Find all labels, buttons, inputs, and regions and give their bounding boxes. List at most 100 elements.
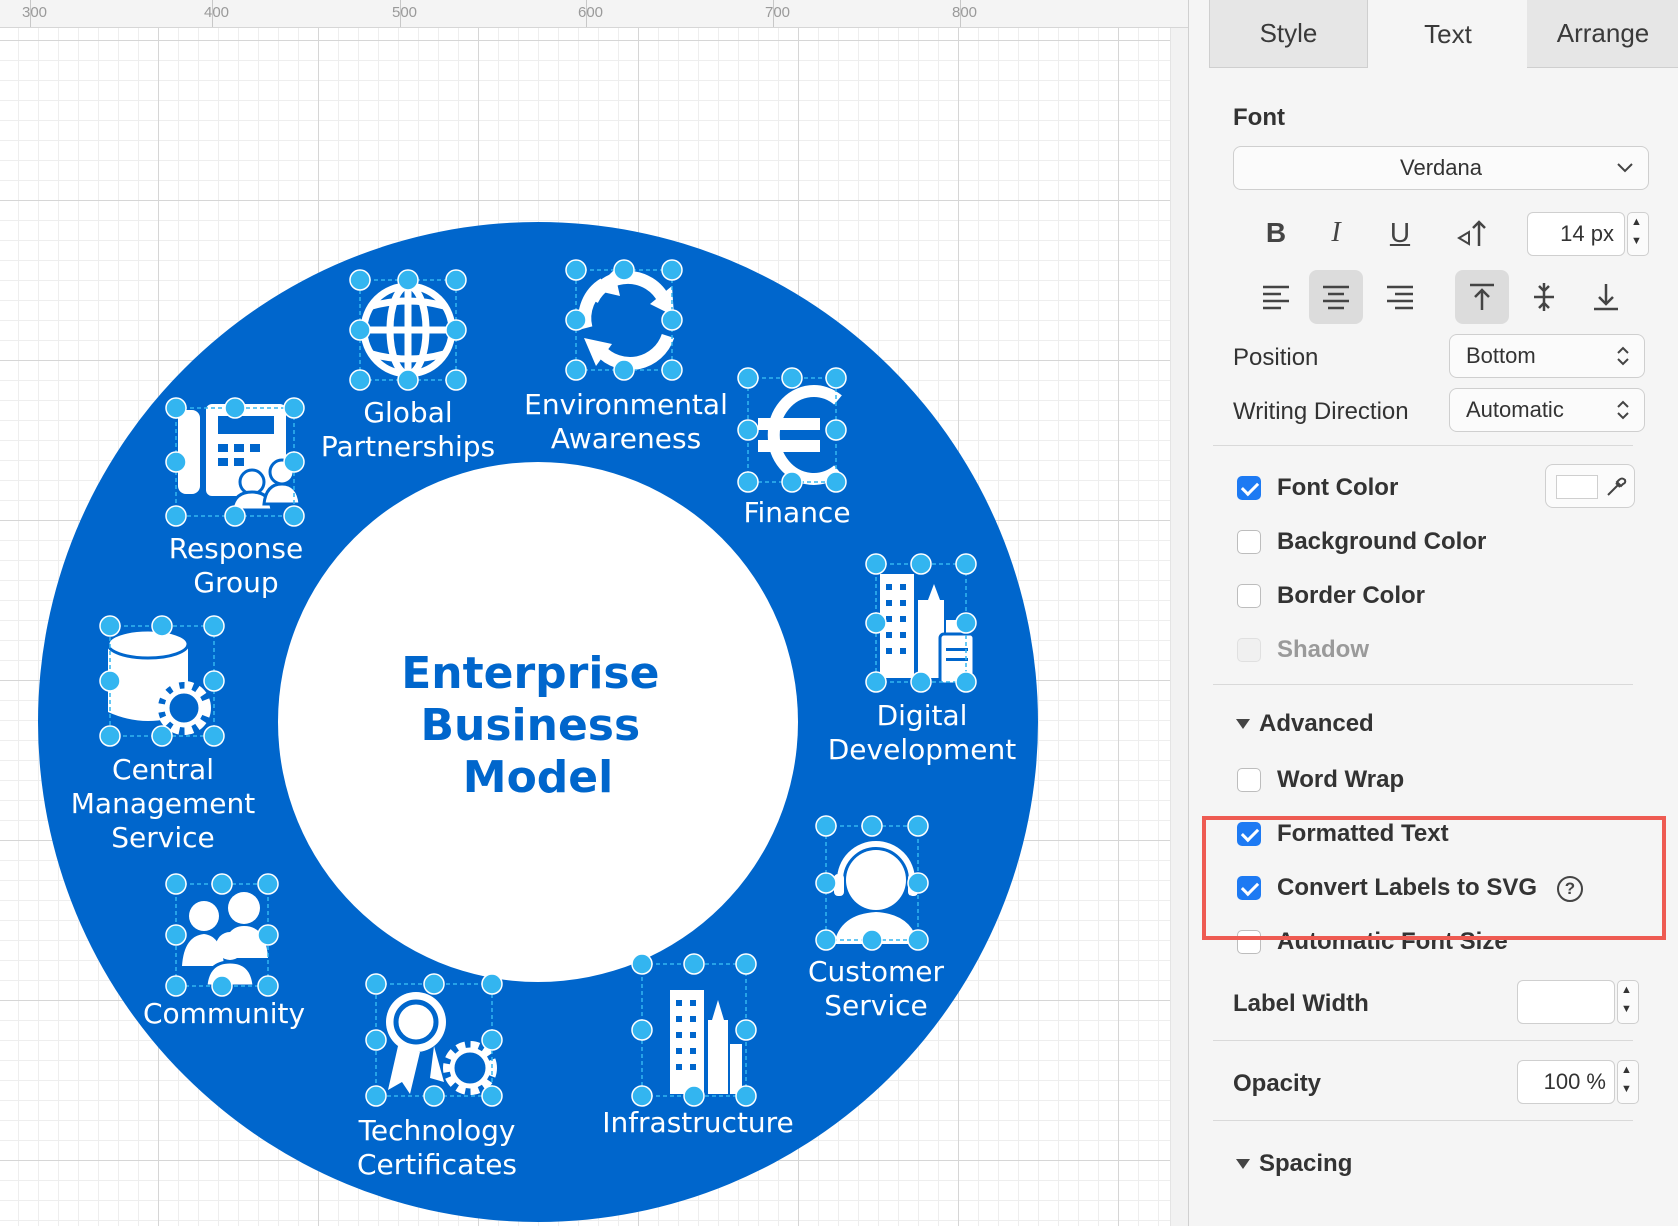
resize-handle[interactable]: [661, 259, 683, 281]
resize-handle[interactable]: [781, 367, 803, 389]
resize-handle[interactable]: [257, 975, 279, 997]
resize-handle[interactable]: [631, 953, 653, 975]
resize-handle[interactable]: [397, 269, 419, 291]
resize-handle[interactable]: [481, 1085, 503, 1107]
resize-handle[interactable]: [445, 269, 467, 291]
underline-button[interactable]: U: [1373, 206, 1427, 260]
resize-handle[interactable]: [481, 973, 503, 995]
resize-handle[interactable]: [165, 975, 187, 997]
resize-handle[interactable]: [151, 725, 173, 747]
resize-handle[interactable]: [99, 670, 121, 692]
font-family-select[interactable]: Verdana: [1233, 146, 1649, 190]
automatic-font-size-checkbox[interactable]: [1237, 930, 1261, 954]
resize-handle[interactable]: [825, 471, 847, 493]
resize-handle[interactable]: [165, 505, 187, 527]
resize-handle[interactable]: [613, 359, 635, 381]
label-width-stepper[interactable]: ▲ ▼: [1617, 980, 1639, 1024]
resize-handle[interactable]: [224, 505, 246, 527]
opacity-input[interactable]: 100 %: [1517, 1060, 1615, 1104]
resize-handle[interactable]: [910, 671, 932, 693]
resize-handle[interactable]: [283, 451, 305, 473]
resize-handle[interactable]: [955, 671, 977, 693]
resize-handle[interactable]: [683, 953, 705, 975]
resize-handle[interactable]: [815, 872, 837, 894]
resize-handle[interactable]: [481, 1029, 503, 1051]
resize-handle[interactable]: [283, 505, 305, 527]
writing-direction-select[interactable]: Automatic: [1449, 388, 1645, 432]
diagram-canvas[interactable]: 300 400 500 600 700 800 Enterprise Busin…: [0, 0, 1188, 1226]
align-left-button[interactable]: [1249, 270, 1303, 324]
text-direction-button[interactable]: [1445, 206, 1499, 260]
help-icon[interactable]: ?: [1557, 876, 1583, 902]
resize-handle[interactable]: [211, 873, 233, 895]
resize-handle[interactable]: [661, 359, 683, 381]
resize-handle[interactable]: [283, 397, 305, 419]
resize-handle[interactable]: [955, 612, 977, 634]
node-label-community[interactable]: Community: [143, 997, 305, 1030]
resize-handle[interactable]: [737, 367, 759, 389]
resize-handle[interactable]: [631, 1085, 653, 1107]
italic-button[interactable]: I: [1309, 206, 1363, 260]
tab-text[interactable]: Text: [1369, 0, 1527, 68]
resize-handle[interactable]: [910, 553, 932, 575]
align-middle-button[interactable]: [1517, 270, 1571, 324]
resize-handle[interactable]: [907, 872, 929, 894]
resize-handle[interactable]: [165, 873, 187, 895]
resize-handle[interactable]: [165, 451, 187, 473]
position-select[interactable]: Bottom: [1449, 334, 1645, 378]
resize-handle[interactable]: [735, 953, 757, 975]
resize-handle[interactable]: [423, 1085, 445, 1107]
resize-handle[interactable]: [683, 1085, 705, 1107]
resize-handle[interactable]: [445, 319, 467, 341]
resize-handle[interactable]: [211, 975, 233, 997]
resize-handle[interactable]: [735, 1085, 757, 1107]
node-label-infrastructure[interactable]: Infrastructure: [602, 1106, 794, 1139]
resize-handle[interactable]: [365, 1029, 387, 1051]
resize-handle[interactable]: [445, 369, 467, 391]
font-color-button[interactable]: [1545, 464, 1635, 508]
resize-handle[interactable]: [165, 924, 187, 946]
align-bottom-button[interactable]: [1579, 270, 1633, 324]
tab-style[interactable]: Style: [1209, 0, 1368, 68]
resize-handle[interactable]: [735, 1019, 757, 1041]
resize-handle[interactable]: [861, 815, 883, 837]
resize-handle[interactable]: [203, 615, 225, 637]
resize-handle[interactable]: [565, 309, 587, 331]
node-label-finance[interactable]: Finance: [743, 496, 850, 529]
resize-handle[interactable]: [565, 359, 587, 381]
resize-handle[interactable]: [737, 419, 759, 441]
resize-handle[interactable]: [99, 725, 121, 747]
resize-handle[interactable]: [397, 369, 419, 391]
align-top-button[interactable]: [1455, 270, 1509, 324]
resize-handle[interactable]: [99, 615, 121, 637]
resize-handle[interactable]: [365, 973, 387, 995]
resize-handle[interactable]: [365, 1085, 387, 1107]
align-right-button[interactable]: [1373, 270, 1427, 324]
convert-labels-svg-checkbox[interactable]: [1237, 876, 1261, 900]
resize-handle[interactable]: [815, 929, 837, 951]
align-center-button[interactable]: [1309, 270, 1363, 324]
resize-handle[interactable]: [865, 671, 887, 693]
bold-button[interactable]: B: [1249, 206, 1303, 260]
font-size-input[interactable]: 14 px: [1527, 212, 1625, 256]
background-color-checkbox[interactable]: [1237, 530, 1261, 554]
font-size-stepper[interactable]: ▲ ▼: [1627, 212, 1649, 256]
resize-handle[interactable]: [861, 929, 883, 951]
globe-icon[interactable]: [360, 282, 456, 378]
resize-handle[interactable]: [955, 553, 977, 575]
resize-handle[interactable]: [815, 815, 837, 837]
resize-handle[interactable]: [907, 929, 929, 951]
enterprise-diagram[interactable]: Enterprise Business Model Global Partners…: [0, 0, 1188, 1226]
resize-handle[interactable]: [907, 815, 929, 837]
resize-handle[interactable]: [203, 670, 225, 692]
resize-handle[interactable]: [165, 397, 187, 419]
resize-handle[interactable]: [825, 419, 847, 441]
resize-handle[interactable]: [865, 612, 887, 634]
resize-handle[interactable]: [565, 259, 587, 281]
resize-handle[interactable]: [151, 615, 173, 637]
resize-handle[interactable]: [781, 471, 803, 493]
resize-handle[interactable]: [661, 309, 683, 331]
resize-handle[interactable]: [349, 319, 371, 341]
vertical-scrollbar[interactable]: [1170, 28, 1188, 1226]
formatted-text-checkbox[interactable]: [1237, 822, 1261, 846]
